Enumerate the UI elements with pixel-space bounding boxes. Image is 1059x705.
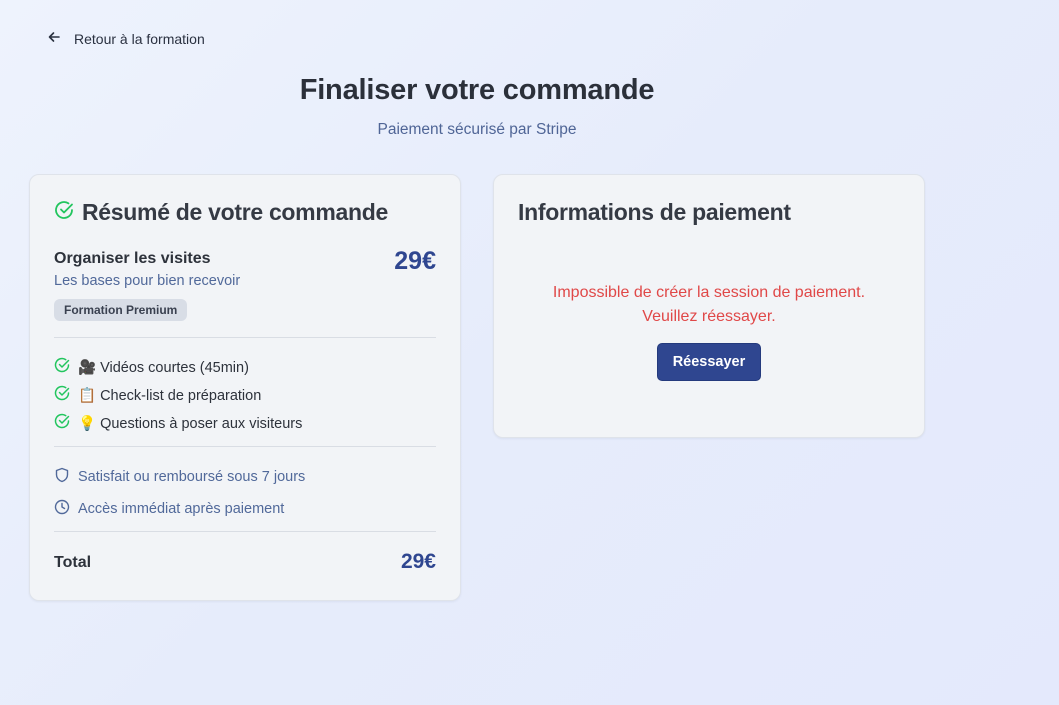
divider: [54, 446, 436, 447]
feature-label: 📋 Check-list de préparation: [78, 387, 262, 404]
guarantee-label: Satisfait ou remboursé sous 7 jours: [78, 469, 306, 485]
list-item: 🎥 Vidéos courtes (45min): [54, 353, 302, 381]
feature-label: 🎥 Vidéos courtes (45min): [78, 359, 249, 376]
page-subtitle: Paiement sécurisé par Stripe: [377, 121, 577, 138]
check-circle-icon: [54, 413, 70, 433]
back-link-label: Retour à la formation: [74, 30, 205, 47]
divider: [54, 337, 436, 338]
back-to-course-link[interactable]: Retour à la formation: [46, 29, 205, 48]
total-label: Total: [54, 554, 92, 571]
list-item: 📋 Check-list de préparation: [54, 381, 302, 409]
arrow-left-icon: [46, 29, 62, 48]
list-item: Accès immédiat après paiement: [54, 493, 305, 525]
payment-error-message: Impossible de créer la session de paieme…: [494, 281, 924, 329]
order-summary-header: Résumé de votre commande: [54, 199, 388, 226]
list-item: 💡 Questions à poser aux visiteurs: [54, 409, 302, 437]
page-title: Finaliser votre commande: [299, 74, 655, 106]
check-circle-icon: [54, 385, 70, 405]
feature-list: 🎥 Vidéos courtes (45min) 📋 Check-list de…: [54, 353, 302, 437]
payment-info-card: Informations de paiement Impossible de c…: [493, 174, 925, 438]
shield-icon: [54, 467, 70, 487]
guarantee-list: Satisfait ou remboursé sous 7 jours Accè…: [54, 461, 305, 525]
list-item: Satisfait ou remboursé sous 7 jours: [54, 461, 305, 493]
product-subtitle: Les bases pour bien recevoir: [54, 273, 241, 289]
divider: [54, 531, 436, 532]
check-circle-icon: [54, 357, 70, 377]
error-line: Impossible de créer la session de paieme…: [552, 284, 866, 301]
check-circle-icon: [54, 200, 74, 225]
product-name: Organiser les visites: [54, 250, 211, 267]
guarantee-label: Accès immédiat après paiement: [78, 501, 285, 517]
product-price: 29€: [394, 247, 436, 275]
order-summary-title: Résumé de votre commande: [82, 199, 388, 225]
payment-info-title: Informations de paiement: [518, 199, 791, 225]
retry-button[interactable]: Réessayer: [657, 343, 761, 381]
total-price: 29€: [400, 550, 436, 573]
clock-icon: [54, 499, 70, 519]
feature-label: 💡 Questions à poser aux visiteurs: [78, 415, 303, 432]
error-line: Veuillez réessayer.: [642, 308, 776, 325]
order-summary-card: Résumé de votre commande Organiser les v…: [29, 174, 461, 601]
premium-badge: Formation Premium: [54, 299, 188, 321]
